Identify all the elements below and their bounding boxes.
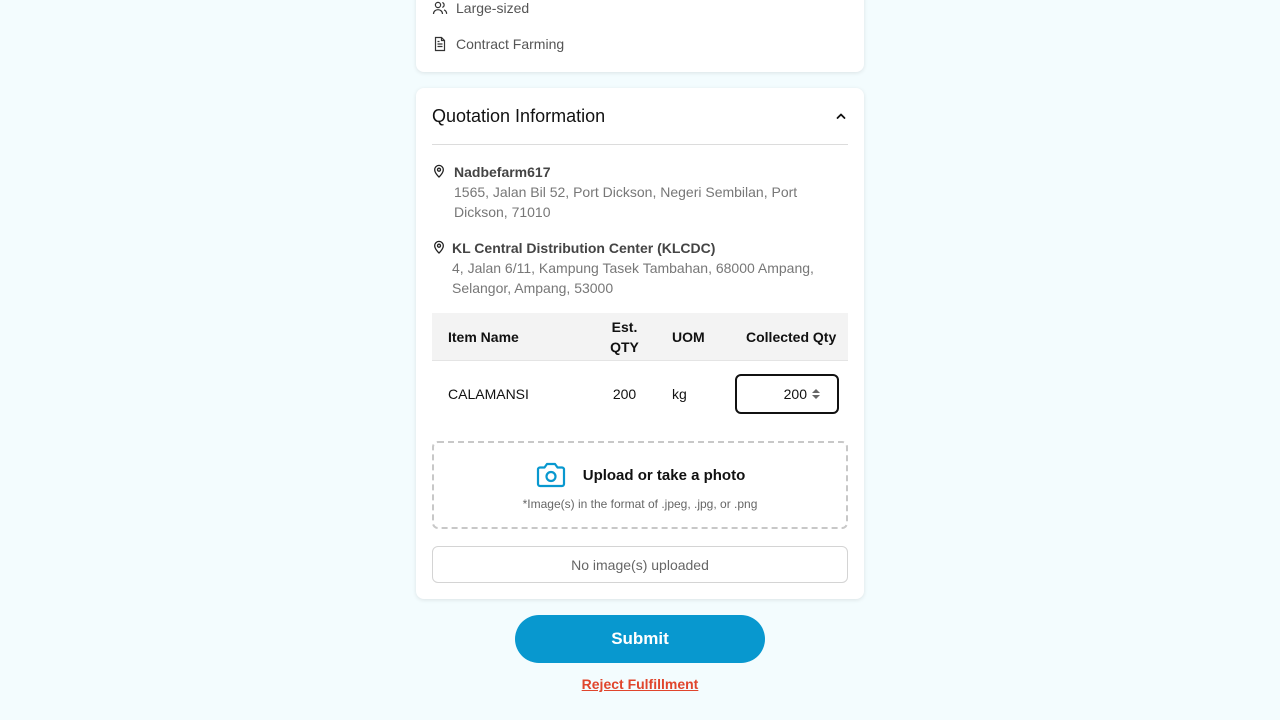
camera-icon — [535, 461, 567, 489]
header-item-name: Item Name — [448, 328, 519, 345]
upload-label: Upload or take a photo — [582, 466, 746, 484]
section-title: Quotation Information — [432, 105, 606, 126]
upload-hint: *Image(s) in the format of .jpeg, .jpg, … — [522, 497, 758, 511]
destination-address-line: Selangor, Ampang, 53000 — [452, 280, 614, 296]
reject-fulfillment-link[interactable]: Reject Fulfillment — [582, 676, 699, 692]
header-est-qty-line1: Est. — [611, 318, 638, 335]
destination-address-line: 4, Jalan 6/11, Kampung Tasek Tambahan, 6… — [452, 260, 814, 276]
product-tags-card: Large-sized Contract Farming — [416, 0, 864, 72]
tag-contract-farming: Contract Farming — [432, 36, 564, 52]
quotation-header[interactable]: Quotation Information — [432, 88, 848, 145]
header-est-qty-line2: QTY — [610, 338, 639, 355]
reject-fulfillment-link-wrapper: Reject Fulfillment — [0, 676, 1280, 692]
no-images-placeholder: No image(s) uploaded — [432, 546, 848, 583]
destination-address: KL Central Distribution Center (KLCDC) 4… — [432, 238, 834, 298]
qty-stepper[interactable] — [811, 389, 821, 399]
tag-large-sized: Large-sized — [432, 0, 529, 16]
items-table: Item Name Est. QTY UOM Collected Qty CAL… — [432, 313, 848, 427]
cell-uom: kg — [672, 386, 687, 402]
header-uom: UOM — [672, 328, 705, 345]
submit-button[interactable]: Submit — [515, 615, 765, 663]
location-pin-icon — [432, 240, 444, 254]
table-row: CALAMANSI 200 kg 200 — [432, 361, 848, 427]
cell-item-name: CALAMANSI — [448, 386, 529, 402]
chevron-up-icon[interactable] — [834, 109, 848, 123]
tag-label: Large-sized — [456, 0, 530, 16]
header-est-qty: Est. QTY — [592, 317, 657, 357]
document-icon — [432, 36, 448, 52]
users-icon — [432, 0, 448, 16]
photo-upload-dropzone[interactable]: Upload or take a photo *Image(s) in the … — [432, 441, 848, 529]
quotation-card: Quotation Information Nadbefarm617 1565,… — [416, 88, 864, 599]
origin-name: Nadbefarm617 — [454, 164, 551, 180]
collected-qty-input[interactable]: 200 — [735, 374, 839, 414]
origin-address-line: Dickson, 71010 — [454, 204, 551, 220]
stepper-down-icon[interactable] — [812, 395, 820, 399]
origin-address: Nadbefarm617 1565, Jalan Bil 52, Port Di… — [432, 162, 834, 222]
collected-qty-value: 200 — [783, 386, 807, 402]
cell-collected-qty: 200 — [731, 374, 848, 414]
table-header: Item Name Est. QTY UOM Collected Qty — [432, 313, 848, 361]
cell-est-qty: 200 — [612, 386, 637, 402]
tag-label: Contract Farming — [456, 36, 565, 52]
origin-address-line: 1565, Jalan Bil 52, Port Dickson, Negeri… — [454, 184, 798, 200]
location-pin-icon — [432, 164, 446, 178]
header-collected-qty: Collected Qty — [746, 328, 837, 345]
stepper-up-icon[interactable] — [812, 389, 820, 393]
destination-name: KL Central Distribution Center (KLCDC) — [452, 240, 716, 256]
